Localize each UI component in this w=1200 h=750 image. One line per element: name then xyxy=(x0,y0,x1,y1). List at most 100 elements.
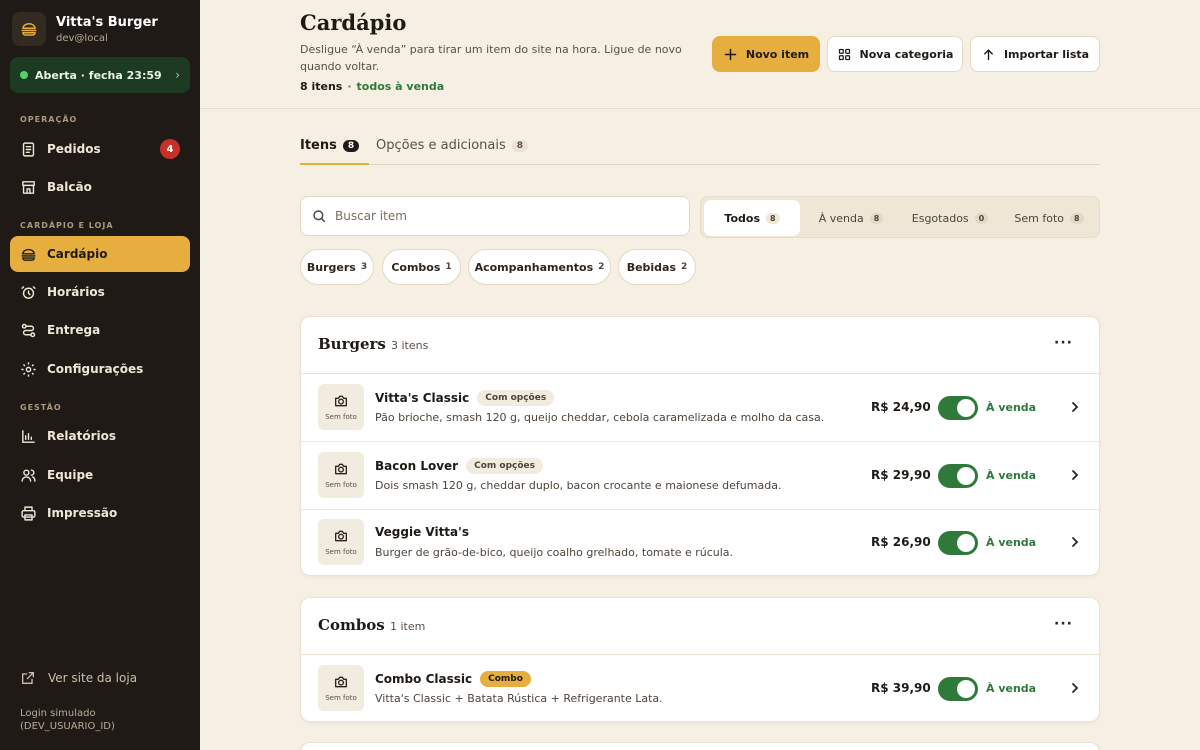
category-chip-combos[interactable]: Combos 1 xyxy=(382,249,461,285)
chevron-right-icon[interactable] xyxy=(1069,399,1081,415)
chip-count: 2 xyxy=(598,262,605,272)
item-price: R$ 26,90 xyxy=(871,535,931,549)
items-status: todos à venda xyxy=(356,80,445,93)
grid-icon xyxy=(838,48,850,60)
item-price: R$ 39,90 xyxy=(871,681,931,695)
category-chip-bebidas[interactable]: Bebidas 2 xyxy=(618,249,696,285)
category-chip-acompanhamentos[interactable]: Acompanhamentos 2 xyxy=(468,249,611,285)
import-list-button[interactable]: Importar lista xyxy=(970,36,1100,72)
category-title: Combos xyxy=(318,616,385,634)
filter-esgotados[interactable]: Esgotados 0 xyxy=(902,200,998,236)
item-description: Dois smash 120 g, cheddar duplo, bacon c… xyxy=(375,479,782,492)
category-title: Burgers xyxy=(318,335,386,353)
alarm-clock-icon xyxy=(21,285,36,299)
availability-label: À venda xyxy=(986,536,1037,549)
sidebar-item-relatorios[interactable]: Relatórios xyxy=(10,418,190,454)
new-item-label: Novo item xyxy=(745,47,810,61)
sidebar-item-impressao[interactable]: Impressão xyxy=(10,495,190,531)
burger-logo-icon xyxy=(12,12,46,46)
store-name: Vitta's Burger xyxy=(56,14,158,30)
filter-sem-foto[interactable]: Sem foto 8 xyxy=(1001,200,1097,236)
view-store-link[interactable]: Ver site da loja xyxy=(20,670,137,686)
availability-toggle[interactable] xyxy=(938,396,978,420)
filter-a-venda[interactable]: À venda 8 xyxy=(803,200,899,236)
sidebar-item-entrega[interactable]: Entrega xyxy=(10,312,190,348)
sidebar: Vitta's Burger dev@local Aberta · fecha … xyxy=(0,0,200,750)
orders-count-badge: 4 xyxy=(160,139,180,159)
item-description: Burger de grão-de-bico, queijo coalho gr… xyxy=(375,546,734,559)
store-status-text: Aberta · fecha 23:59 xyxy=(35,68,162,82)
sidebar-item-cardapio[interactable]: Cardápio xyxy=(10,236,190,272)
import-list-label: Importar lista xyxy=(1003,47,1090,61)
category-card-combos: Combos 1 item ··· Sem foto Combo Classic… xyxy=(300,597,1101,723)
menu-item-row[interactable]: Sem foto Veggie Vitta's Burger de grão-d… xyxy=(301,509,1101,577)
menu-item-row[interactable]: Sem foto Vitta's Classic Com opções Pão … xyxy=(301,374,1101,442)
category-count: 3 itens xyxy=(391,339,429,352)
photo-placeholder[interactable]: Sem foto xyxy=(318,519,364,565)
item-tag: Com opções xyxy=(477,390,555,406)
chevron-right-icon[interactable] xyxy=(1069,534,1081,550)
store-status-button[interactable]: Aberta · fecha 23:59 › xyxy=(10,57,190,93)
photo-placeholder[interactable]: Sem foto xyxy=(318,665,364,711)
sidebar-item-label: Cardápio xyxy=(47,247,108,261)
login-line-1: Login simulado xyxy=(20,708,96,719)
store-icon xyxy=(22,180,35,194)
availability-toggle[interactable] xyxy=(938,531,978,555)
chevron-right-icon[interactable] xyxy=(1069,467,1081,483)
filter-label: Esgotados xyxy=(911,211,969,225)
sidebar-item-label: Entrega xyxy=(47,323,101,337)
photo-placeholder[interactable]: Sem foto xyxy=(318,452,364,498)
menu-item-row[interactable]: Sem foto Combo Classic Combo Vitta's Cla… xyxy=(301,655,1101,723)
chip-label: Bebidas xyxy=(626,260,677,274)
item-name-text: Bacon Lover xyxy=(375,459,459,473)
sidebar-item-configuracoes[interactable]: Configurações xyxy=(10,351,190,387)
availability-toggle[interactable] xyxy=(938,677,978,701)
login-line-2: (DEV_USUARIO_ID) xyxy=(20,721,115,732)
sidebar-item-balcao[interactable]: Balcão xyxy=(10,169,190,205)
users-icon xyxy=(21,468,36,482)
route-icon xyxy=(21,323,36,337)
user-email: dev@local xyxy=(56,32,108,44)
chip-label: Acompanhamentos xyxy=(474,260,594,274)
search-input[interactable] xyxy=(335,209,665,223)
printer-icon xyxy=(21,505,36,521)
photo-placeholder[interactable]: Sem foto xyxy=(318,384,364,430)
chip-count: 2 xyxy=(681,262,688,272)
sidebar-item-equipe[interactable]: Equipe xyxy=(10,457,190,493)
more-options-icon[interactable]: ··· xyxy=(1054,616,1073,632)
new-category-button[interactable]: Nova categoria xyxy=(827,36,963,72)
sidebar-item-label: Horários xyxy=(47,285,105,299)
filter-count: 0 xyxy=(974,212,989,224)
category-header: Combos 1 item ··· xyxy=(301,598,1101,655)
arrow-up-icon xyxy=(984,48,993,60)
more-options-icon[interactable]: ··· xyxy=(1054,335,1073,351)
item-tag: Combo xyxy=(480,671,531,687)
gear-icon xyxy=(21,361,36,377)
new-item-button[interactable]: Novo item xyxy=(712,36,820,72)
chip-label: Burgers xyxy=(306,260,356,274)
view-store-label: Ver site da loja xyxy=(48,671,138,685)
page-title: Cardápio xyxy=(300,10,407,35)
camera-icon xyxy=(335,676,347,688)
photo-placeholder-label: Sem foto xyxy=(325,413,357,421)
nav-section-operacao: OPERAÇÃO xyxy=(20,115,78,124)
item-name-text: Veggie Vitta's xyxy=(375,525,469,539)
category-header: Burgers 3 itens ··· xyxy=(301,317,1101,374)
filter-count: 8 xyxy=(869,212,884,224)
sidebar-item-pedidos[interactable]: Pedidos 4 xyxy=(10,131,190,167)
filter-todos[interactable]: Todos 8 xyxy=(704,200,800,236)
item-description: Pão brioche, smash 120 g, queijo cheddar… xyxy=(375,411,825,424)
summary-separator: · xyxy=(347,80,352,93)
status-dot-icon xyxy=(20,71,28,79)
availability-toggle[interactable] xyxy=(938,464,978,488)
chevron-right-icon: › xyxy=(175,68,180,82)
photo-placeholder-label: Sem foto xyxy=(325,481,357,489)
tab-opcoes[interactable]: Opções e adicionais 8 xyxy=(376,130,529,165)
menu-item-row[interactable]: Sem foto Bacon Lover Com opções Dois sma… xyxy=(301,442,1101,510)
tab-itens[interactable]: Itens 8 xyxy=(300,130,370,165)
category-chip-burgers[interactable]: Burgers 3 xyxy=(300,249,374,285)
sidebar-item-label: Configurações xyxy=(47,362,144,376)
chevron-right-icon[interactable] xyxy=(1069,680,1081,696)
sidebar-item-horarios[interactable]: Horários xyxy=(10,274,190,310)
brand: Vitta's Burger dev@local xyxy=(12,12,158,46)
